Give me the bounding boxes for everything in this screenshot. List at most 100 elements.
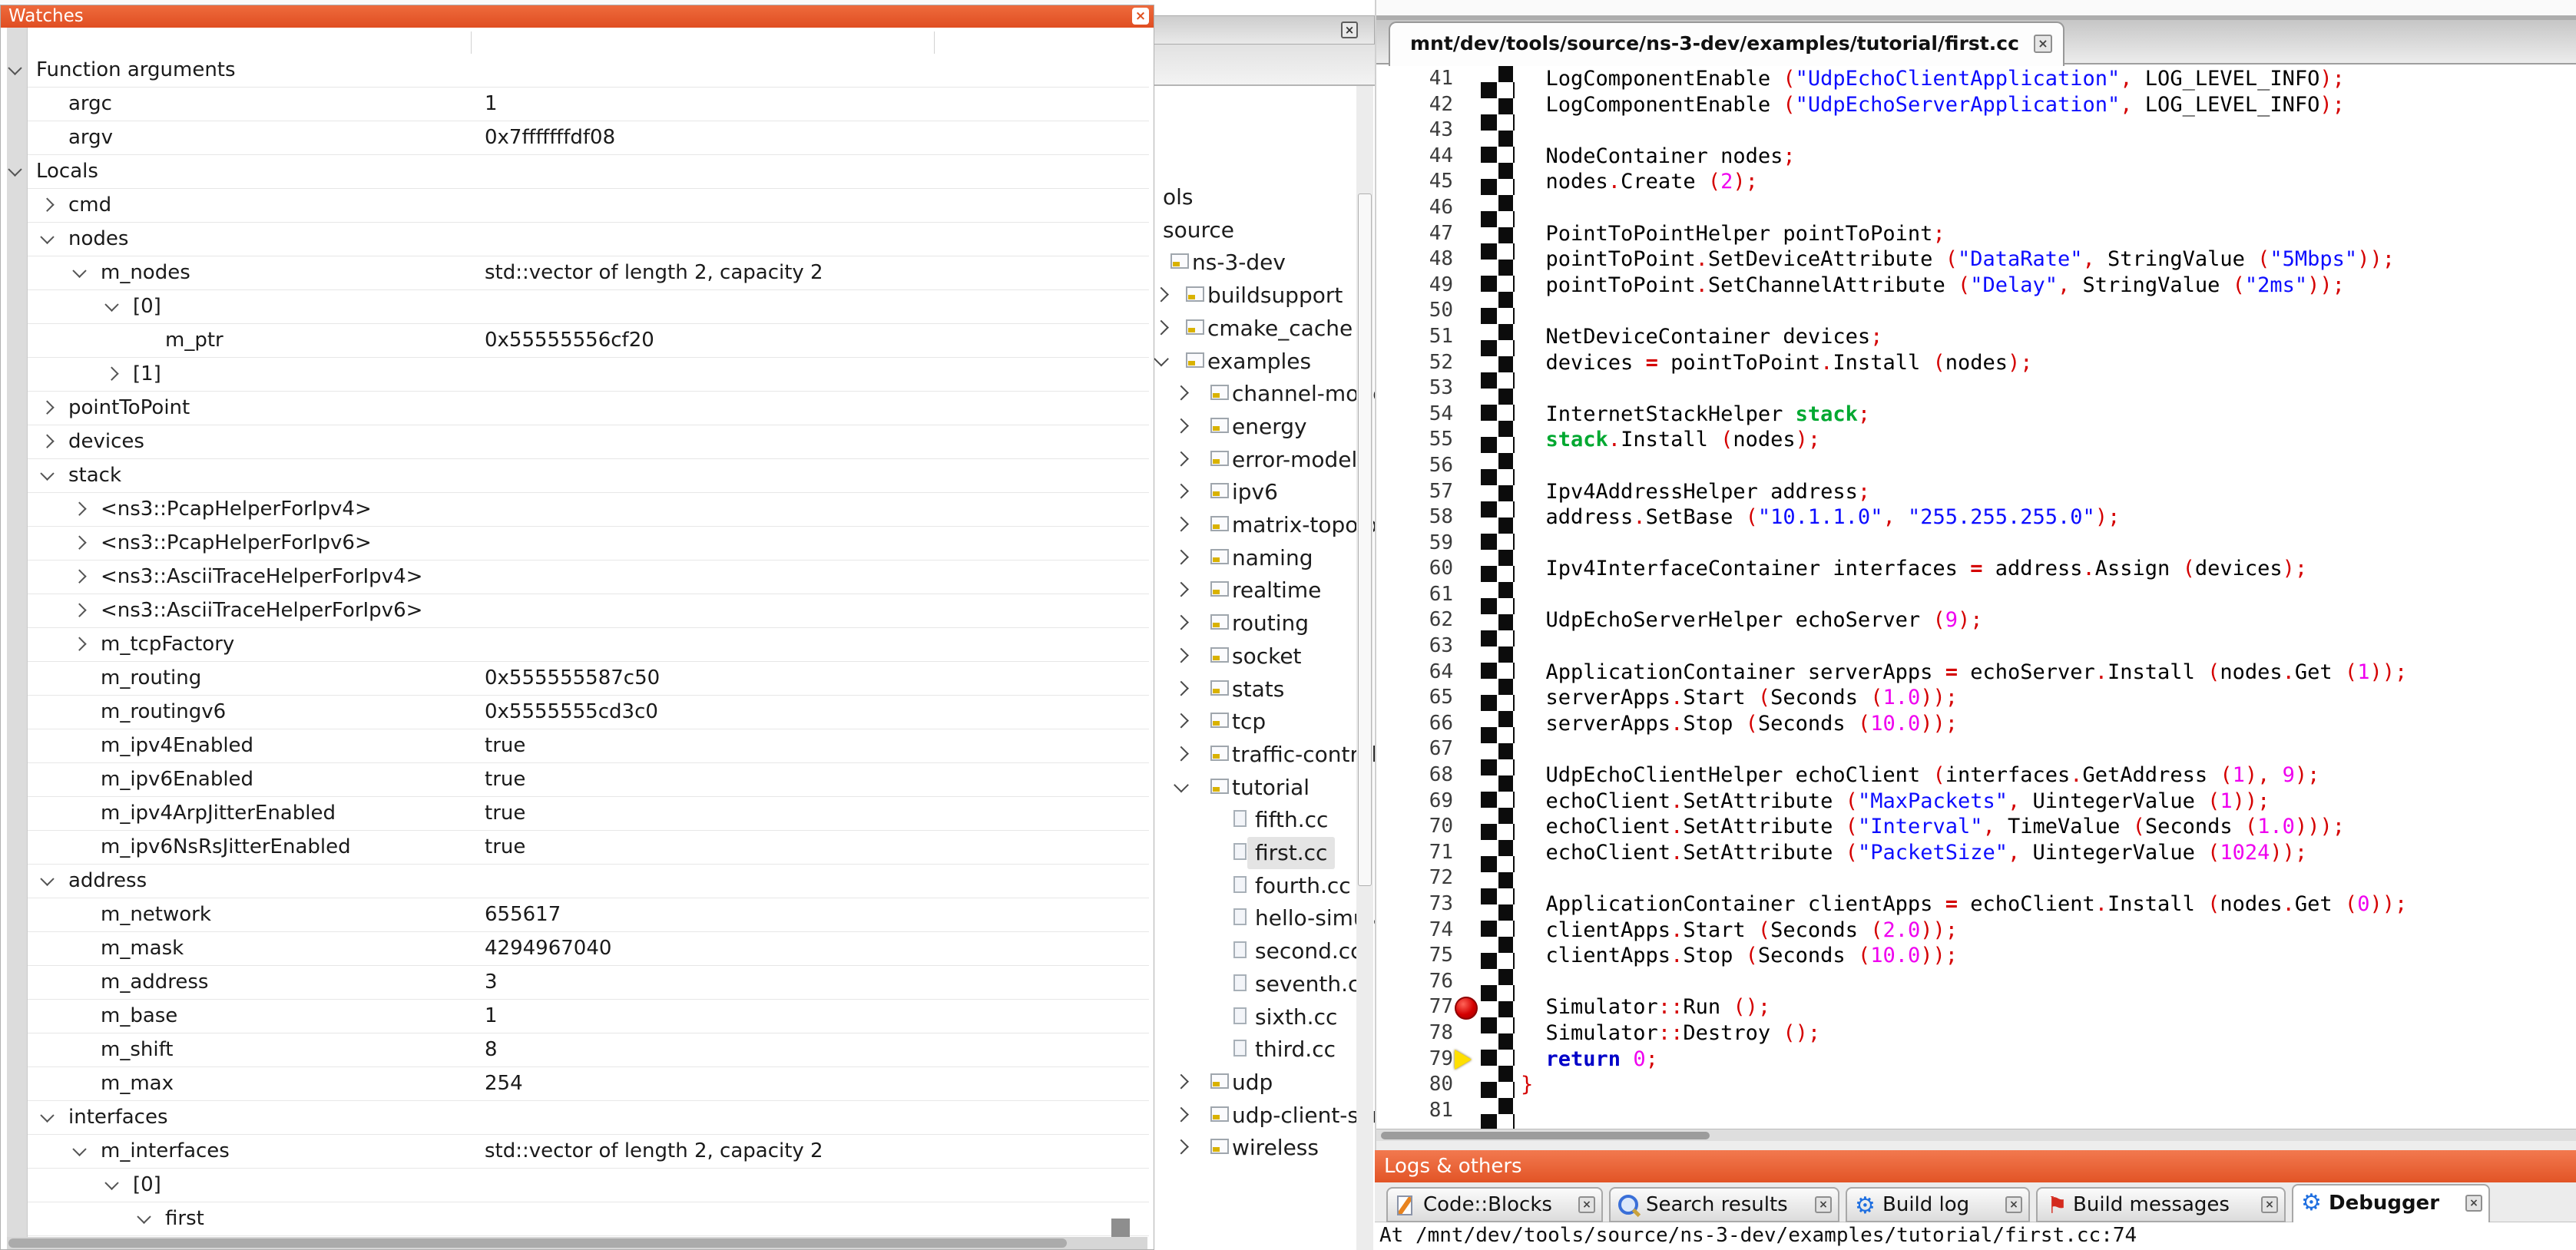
line-number[interactable]: 54 — [1376, 402, 1453, 428]
line-number[interactable]: 59 — [1376, 531, 1453, 557]
tree-item[interactable]: third.cc — [1149, 1033, 1375, 1066]
watch-row[interactable]: [1] — [28, 358, 1149, 392]
code-line[interactable]: 62 UdpEchoServerHelper echoServer (9); — [1376, 607, 2576, 633]
chevron-right-icon[interactable] — [1154, 319, 1169, 335]
code-line[interactable]: 46 — [1376, 195, 2576, 221]
line-number[interactable]: 43 — [1376, 117, 1453, 144]
code-line[interactable]: 41 LogComponentEnable ("UdpEchoClientApp… — [1376, 66, 2576, 92]
chevron-right-icon[interactable] — [1174, 647, 1189, 663]
line-number[interactable]: 67 — [1376, 736, 1453, 762]
breakpoint-icon[interactable] — [1455, 997, 1478, 1020]
chevron-right-icon[interactable] — [1174, 582, 1189, 597]
code-line[interactable]: 44 NodeContainer nodes; — [1376, 144, 2576, 170]
chevron-right-icon[interactable] — [1174, 615, 1189, 630]
line-number[interactable]: 80 — [1376, 1072, 1453, 1098]
watch-row[interactable]: <ns3::AsciiTraceHelperForIpv4> — [28, 561, 1149, 594]
close-icon[interactable]: × — [2005, 1196, 2022, 1213]
chevron-right-icon[interactable] — [72, 637, 86, 650]
chevron-down-icon[interactable] — [104, 1176, 118, 1189]
chevron-right-icon[interactable] — [72, 603, 86, 617]
chevron-right-icon[interactable] — [1174, 713, 1189, 729]
line-number[interactable]: 69 — [1376, 789, 1453, 815]
watch-row[interactable]: m_ptr0x55555556cf20 — [28, 324, 1149, 358]
chevron-right-icon[interactable] — [40, 400, 54, 414]
tree-item[interactable]: seventh.cc — [1149, 968, 1375, 1000]
line-number[interactable]: 47 — [1376, 221, 1453, 247]
scrollbar-thumb[interactable] — [1381, 1132, 1710, 1139]
close-icon[interactable]: × — [1578, 1196, 1595, 1213]
watch-row[interactable]: m_max254 — [28, 1067, 1149, 1101]
chevron-right-icon[interactable] — [40, 434, 54, 448]
watch-row[interactable]: argv0x7fffffffdf08 — [28, 121, 1149, 155]
watch-row[interactable]: m_network655617 — [28, 898, 1149, 932]
tree-item[interactable]: tcp — [1149, 706, 1375, 738]
chevron-down-icon[interactable] — [137, 1209, 151, 1223]
watch-row[interactable]: m_ipv4Enabledtrue — [28, 729, 1149, 763]
code-line[interactable]: 76 — [1376, 969, 2576, 995]
close-icon[interactable]: × — [1815, 1196, 1832, 1213]
chevron-right-icon[interactable] — [40, 197, 54, 211]
tree-item[interactable]: cmake_cache — [1149, 312, 1375, 345]
code-line[interactable]: 53 — [1376, 375, 2576, 402]
tree-item[interactable]: examples — [1149, 346, 1375, 378]
chevron-right-icon[interactable] — [104, 366, 118, 380]
code-line[interactable]: 52 devices = pointToPoint.Install (nodes… — [1376, 350, 2576, 376]
editor-horizontal-scrollbar[interactable] — [1376, 1129, 2576, 1141]
chevron-right-icon[interactable] — [1174, 484, 1189, 499]
watches-titlebar[interactable]: Watches — [1, 5, 1154, 28]
close-icon[interactable]: × — [2465, 1195, 2482, 1212]
code-line[interactable]: 57 Ipv4AddressHelper address; — [1376, 479, 2576, 505]
code-line[interactable]: 81 — [1376, 1098, 2576, 1124]
code-line[interactable]: 54 InternetStackHelper stack; — [1376, 402, 2576, 428]
close-icon[interactable]: × — [2261, 1196, 2278, 1213]
logs-tab-build-log[interactable]: ⚙Build log× — [1846, 1187, 2030, 1222]
watch-row[interactable]: m_ipv4ArpJitterEnabledtrue — [28, 797, 1149, 831]
chevron-right-icon[interactable] — [1174, 1074, 1189, 1090]
watch-row[interactable]: m_address3 — [28, 966, 1149, 1000]
line-number[interactable]: 56 — [1376, 453, 1453, 479]
watch-row[interactable]: m_routingv60x5555555cd3c0 — [28, 696, 1149, 729]
tree-item[interactable]: udp — [1149, 1066, 1375, 1099]
line-number[interactable]: 81 — [1376, 1098, 1453, 1124]
line-number[interactable]: 70 — [1376, 814, 1453, 840]
tree-item[interactable]: tutorial — [1149, 772, 1375, 804]
watch-row[interactable]: Locals — [28, 155, 1149, 189]
line-number[interactable]: 49 — [1376, 273, 1453, 299]
code-line[interactable]: 67 — [1376, 736, 2576, 762]
chevron-down-icon[interactable] — [1174, 777, 1189, 792]
chevron-right-icon[interactable] — [1174, 1139, 1189, 1155]
tree-item[interactable]: wireless — [1149, 1132, 1375, 1164]
code-line[interactable]: 58 address.SetBase ("10.1.1.0", "255.255… — [1376, 504, 2576, 531]
line-number[interactable]: 61 — [1376, 582, 1453, 608]
chevron-right-icon[interactable] — [1174, 746, 1189, 762]
watch-row[interactable]: m_tcpFactory — [28, 628, 1149, 662]
code-line[interactable]: 68 UdpEchoClientHelper echoClient (inter… — [1376, 762, 2576, 789]
code-line[interactable]: 77 Simulator::Run (); — [1376, 994, 2576, 1020]
line-number[interactable]: 55 — [1376, 427, 1453, 453]
chevron-down-icon[interactable] — [72, 1142, 86, 1156]
line-number[interactable]: 76 — [1376, 969, 1453, 995]
watches-horizontal-scrollbar[interactable] — [7, 1237, 1147, 1249]
code-line[interactable]: 56 — [1376, 453, 2576, 479]
watch-row[interactable]: pointToPoint — [28, 392, 1149, 425]
tree-item[interactable]: first.cc — [1149, 837, 1375, 869]
watch-row[interactable]: nodes — [28, 223, 1149, 256]
code-line[interactable]: 48 pointToPoint.SetDeviceAttribute ("Dat… — [1376, 246, 2576, 273]
code-line[interactable]: 71 echoClient.SetAttribute ("PacketSize"… — [1376, 840, 2576, 866]
watch-row[interactable]: <ns3::PcapHelperForIpv4> — [28, 493, 1149, 527]
watch-row[interactable]: [0] — [28, 290, 1149, 324]
tree-item[interactable]: realtime — [1149, 574, 1375, 607]
watch-row[interactable]: stack — [28, 459, 1149, 493]
code-line[interactable]: 59 — [1376, 531, 2576, 557]
code-line[interactable]: 45 nodes.Create (2); — [1376, 169, 2576, 195]
code-area[interactable]: 41 LogComponentEnable ("UdpEchoClientApp… — [1376, 66, 2576, 1129]
code-line[interactable]: 61 — [1376, 582, 2576, 608]
code-line[interactable]: 69 echoClient.SetAttribute ("MaxPackets"… — [1376, 789, 2576, 815]
chevron-down-icon[interactable] — [40, 1108, 54, 1122]
code-line[interactable]: 75 clientApps.Stop (Seconds (10.0)); — [1376, 943, 2576, 969]
line-number[interactable]: 64 — [1376, 660, 1453, 686]
close-icon[interactable]: × — [1132, 8, 1149, 25]
watch-row[interactable]: address — [28, 865, 1149, 898]
scrollbar-thumb[interactable] — [1358, 193, 1372, 886]
watch-row[interactable]: devices — [28, 425, 1149, 459]
